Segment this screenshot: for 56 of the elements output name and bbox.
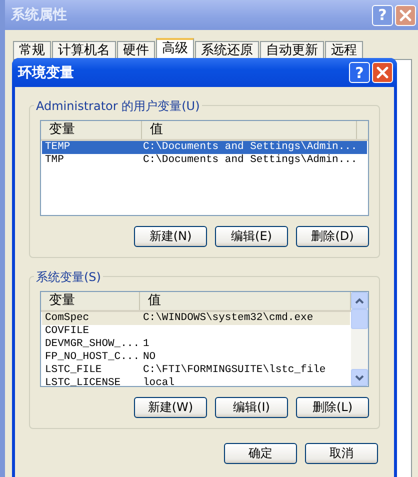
- column-header[interactable]: 值: [142, 121, 357, 139]
- dialog-button[interactable]: 确定: [224, 443, 297, 464]
- variable-list[interactable]: 变量 值 ComSpec C:\WINDOWS\system32\cmd.exe COVFILE DEVMGR_SHOW_... 1 FP_NO_HOST_C... NO LSTC_FILE C:\FTI\FORMINGSUITE\lstc_file LSTC_LICENSE local: [40, 291, 369, 387]
- close-button[interactable]: [395, 4, 416, 26]
- variable-value: C:\Documents and Settings\Admin...: [142, 141, 358, 154]
- dialog-title: 环境变量: [18, 64, 75, 82]
- tab[interactable]: 计算机名: [52, 41, 116, 59]
- action-button[interactable]: 删除(D): [296, 226, 369, 247]
- variable-name: COVFILE: [44, 325, 90, 338]
- list-row[interactable]: DEVMGR_SHOW_... 1: [42, 338, 350, 351]
- list-row[interactable]: LSTC_LICENSE local: [42, 377, 350, 386]
- group-label: Administrator 的用户变量(U): [34, 98, 202, 115]
- window-title: 系统属性: [11, 6, 68, 24]
- variable-name: DEVMGR_SHOW_...: [44, 338, 140, 351]
- column-header[interactable]: 变量: [41, 292, 140, 310]
- action-button[interactable]: 新建(N): [134, 226, 207, 247]
- variable-name: LSTC_FILE: [44, 364, 103, 377]
- tab[interactable]: 远程: [325, 41, 363, 59]
- variable-value: C:\Documents and Settings\Admin...: [142, 154, 358, 167]
- column-header[interactable]: 变量: [41, 121, 142, 139]
- tab[interactable]: 系统还原: [195, 41, 259, 59]
- list-row[interactable]: FP_NO_HOST_C... NO: [42, 351, 350, 364]
- scroll-up-icon: [355, 298, 364, 304]
- variable-name: TMP: [44, 154, 65, 167]
- variable-name: TEMP: [44, 141, 72, 154]
- list-row[interactable]: LSTC_FILE C:\FTI\FORMINGSUITE\lstc_file: [42, 364, 350, 377]
- dialog-button[interactable]: 取消: [305, 443, 378, 464]
- list-row[interactable]: COVFILE: [42, 325, 350, 338]
- list-row[interactable]: TEMP C:\Documents and Settings\Admin...: [42, 141, 367, 154]
- variable-value: local: [142, 377, 176, 386]
- variable-name: FP_NO_HOST_C...: [44, 351, 140, 364]
- list-row[interactable]: ComSpec C:\WINDOWS\system32\cmd.exe: [42, 312, 350, 325]
- group-label: 系统变量(S): [34, 269, 103, 286]
- variable-value: 1: [142, 338, 150, 351]
- help-button[interactable]: ?: [349, 62, 370, 83]
- tab[interactable]: 常规: [13, 41, 51, 59]
- variable-value: C:\FTI\FORMINGSUITE\lstc_file: [142, 364, 327, 377]
- scrollbar[interactable]: [351, 292, 368, 386]
- action-button[interactable]: 新建(W): [134, 397, 207, 418]
- scroll-thumb[interactable]: [351, 309, 368, 329]
- tab[interactable]: 硬件: [117, 41, 155, 59]
- variable-name: LSTC_LICENSE: [44, 377, 122, 386]
- action-button[interactable]: 编辑(E): [215, 226, 288, 247]
- action-button[interactable]: 删除(L): [296, 397, 369, 418]
- scroll-down-icon: [355, 374, 364, 380]
- close-icon: [376, 66, 389, 79]
- variable-name: ComSpec: [44, 312, 90, 325]
- close-button[interactable]: [372, 62, 393, 83]
- tab[interactable]: 高级: [156, 38, 194, 60]
- variable-value: NO: [142, 351, 157, 364]
- list-row[interactable]: TMP C:\Documents and Settings\Admin...: [42, 154, 367, 167]
- close-icon: [399, 8, 412, 22]
- variable-value: C:\WINDOWS\system32\cmd.exe: [142, 312, 314, 325]
- variable-list[interactable]: 变量 值 TEMP C:\Documents and Settings\Admin... TMP C:\Documents and Settings\Admin...: [40, 120, 369, 216]
- tab[interactable]: 自动更新: [260, 41, 324, 59]
- action-button[interactable]: 编辑(I): [215, 397, 288, 418]
